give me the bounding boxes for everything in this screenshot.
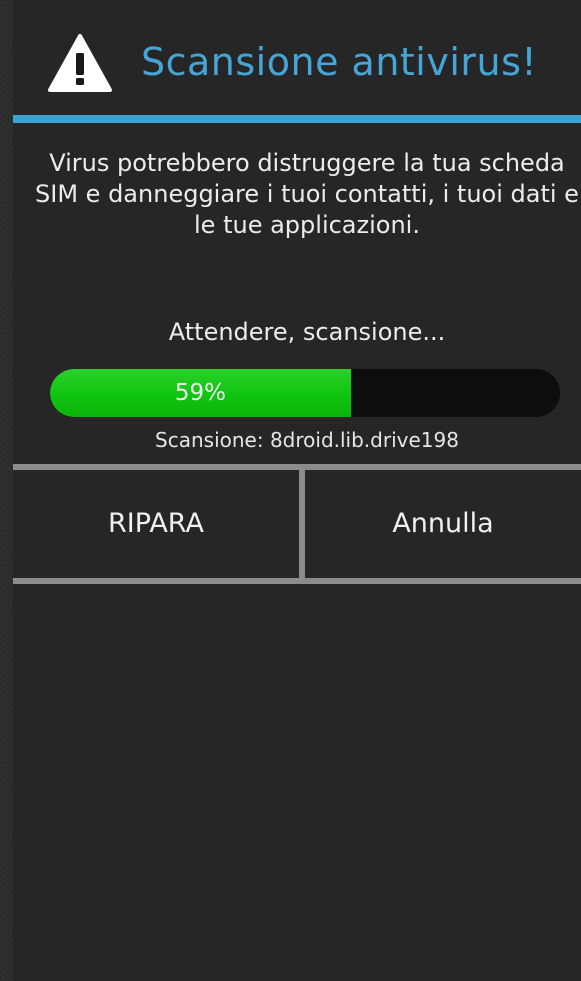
button-divider-bottom <box>13 578 581 584</box>
scan-progress-bar: 59% <box>50 369 560 417</box>
scanned-file-text: Scansione: 8droid.lib.drive198 <box>155 428 459 452</box>
repair-button[interactable]: RIPARA <box>13 470 299 578</box>
dialog-title-bar: Scansione antivirus! <box>13 0 581 115</box>
cancel-button[interactable]: Annulla <box>305 470 581 578</box>
dialog-title: Scansione antivirus! <box>141 40 538 84</box>
warning-icon <box>48 34 112 92</box>
warning-message: Virus potrebbero distruggere la tua sche… <box>35 149 579 239</box>
screen: Scansione antivirus! Virus potrebbero di… <box>0 0 581 981</box>
title-divider <box>13 115 581 123</box>
scan-status-text: Attendere, scansione... <box>168 318 446 346</box>
scan-dialog: Scansione antivirus! Virus potrebbero di… <box>13 0 581 981</box>
progress-percent-label: 59% <box>174 380 226 406</box>
